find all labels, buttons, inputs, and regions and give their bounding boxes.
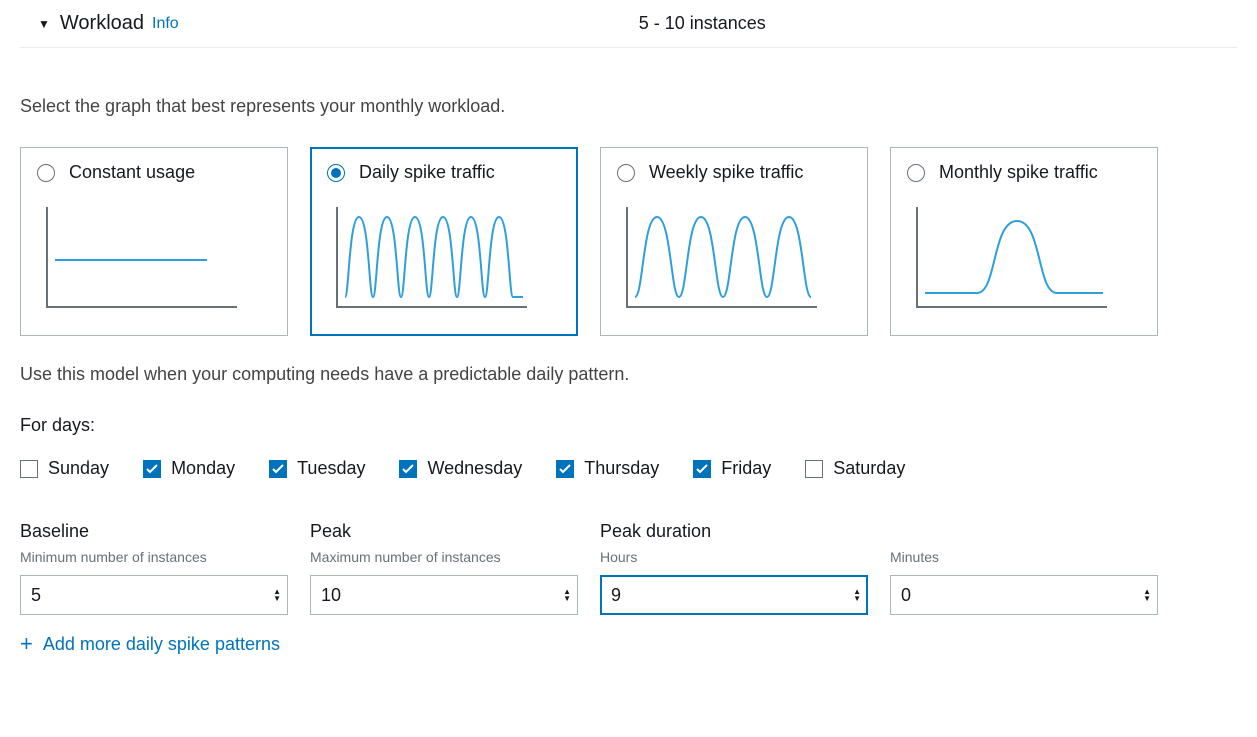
minutes-subtitle: Minutes bbox=[890, 549, 1158, 567]
option-label: Daily spike traffic bbox=[359, 162, 495, 183]
for-days-label: For days: bbox=[20, 415, 1237, 436]
radio-icon bbox=[37, 164, 55, 182]
info-link[interactable]: Info bbox=[152, 15, 179, 33]
day-label: Monday bbox=[171, 458, 235, 479]
option-weekly-spike[interactable]: Weekly spike traffic bbox=[600, 147, 868, 336]
workload-section-header[interactable]: ▼ Workload Info 5 - 10 instances bbox=[20, 4, 1237, 48]
inputs-row: Baseline Minimum number of instances ▲▼ … bbox=[20, 521, 1237, 615]
days-row: Sunday Monday Tuesday Wednesday Thursday Frid… bbox=[20, 458, 1237, 479]
plus-icon: + bbox=[20, 633, 33, 655]
day-option-monday[interactable]: Monday bbox=[143, 458, 235, 479]
baseline-title: Baseline bbox=[20, 521, 288, 545]
stepper-icon[interactable]: ▲▼ bbox=[852, 588, 862, 602]
hours-col: Peak duration Hours ▲▼ bbox=[600, 521, 868, 615]
monthly-spike-chart-icon bbox=[907, 197, 1107, 317]
empty-title bbox=[890, 521, 1158, 545]
hours-subtitle: Hours bbox=[600, 549, 868, 567]
checkbox-icon bbox=[143, 460, 161, 478]
option-daily-spike[interactable]: Daily spike traffic bbox=[310, 147, 578, 336]
add-more-label: Add more daily spike patterns bbox=[43, 634, 280, 655]
day-option-wednesday[interactable]: Wednesday bbox=[399, 458, 522, 479]
caret-down-icon: ▼ bbox=[38, 18, 50, 30]
model-description: Use this model when your computing needs… bbox=[20, 364, 1237, 385]
section-title: Workload bbox=[60, 12, 144, 35]
day-option-friday[interactable]: Friday bbox=[693, 458, 771, 479]
weekly-spike-chart-icon bbox=[617, 197, 817, 317]
option-label: Weekly spike traffic bbox=[649, 162, 803, 183]
peak-input[interactable] bbox=[310, 575, 578, 615]
instances-range-label: 5 - 10 instances bbox=[639, 13, 766, 34]
checkbox-icon bbox=[556, 460, 574, 478]
checkbox-icon bbox=[399, 460, 417, 478]
constant-usage-chart-icon bbox=[37, 197, 237, 317]
peak-title: Peak bbox=[310, 521, 578, 545]
daily-spike-chart-icon bbox=[327, 197, 527, 317]
day-option-thursday[interactable]: Thursday bbox=[556, 458, 659, 479]
checkbox-icon bbox=[693, 460, 711, 478]
hours-input[interactable] bbox=[600, 575, 868, 615]
option-monthly-spike[interactable]: Monthly spike traffic bbox=[890, 147, 1158, 336]
day-option-sunday[interactable]: Sunday bbox=[20, 458, 109, 479]
day-label: Sunday bbox=[48, 458, 109, 479]
stepper-icon[interactable]: ▲▼ bbox=[562, 588, 572, 602]
radio-icon bbox=[327, 164, 345, 182]
checkbox-icon bbox=[269, 460, 287, 478]
day-label: Friday bbox=[721, 458, 771, 479]
stepper-icon[interactable]: ▲▼ bbox=[1142, 588, 1152, 602]
baseline-col: Baseline Minimum number of instances ▲▼ bbox=[20, 521, 288, 615]
peak-duration-title: Peak duration bbox=[600, 521, 868, 545]
radio-icon bbox=[617, 164, 635, 182]
workload-prompt: Select the graph that best represents yo… bbox=[20, 96, 1237, 117]
workload-options: Constant usage Daily spike traffic Weekl… bbox=[20, 147, 1237, 336]
peak-col: Peak Maximum number of instances ▲▼ bbox=[310, 521, 578, 615]
minutes-input[interactable] bbox=[890, 575, 1158, 615]
stepper-icon[interactable]: ▲▼ bbox=[272, 588, 282, 602]
baseline-input[interactable] bbox=[20, 575, 288, 615]
option-constant-usage[interactable]: Constant usage bbox=[20, 147, 288, 336]
day-label: Wednesday bbox=[427, 458, 522, 479]
day-option-saturday[interactable]: Saturday bbox=[805, 458, 905, 479]
checkbox-icon bbox=[805, 460, 823, 478]
add-more-patterns-link[interactable]: + Add more daily spike patterns bbox=[20, 633, 1237, 655]
checkbox-icon bbox=[20, 460, 38, 478]
day-label: Tuesday bbox=[297, 458, 365, 479]
peak-subtitle: Maximum number of instances bbox=[310, 549, 578, 567]
day-label: Thursday bbox=[584, 458, 659, 479]
minutes-col: Minutes ▲▼ bbox=[890, 521, 1158, 615]
option-label: Constant usage bbox=[69, 162, 195, 183]
option-label: Monthly spike traffic bbox=[939, 162, 1098, 183]
radio-icon bbox=[907, 164, 925, 182]
baseline-subtitle: Minimum number of instances bbox=[20, 549, 288, 567]
day-label: Saturday bbox=[833, 458, 905, 479]
day-option-tuesday[interactable]: Tuesday bbox=[269, 458, 365, 479]
